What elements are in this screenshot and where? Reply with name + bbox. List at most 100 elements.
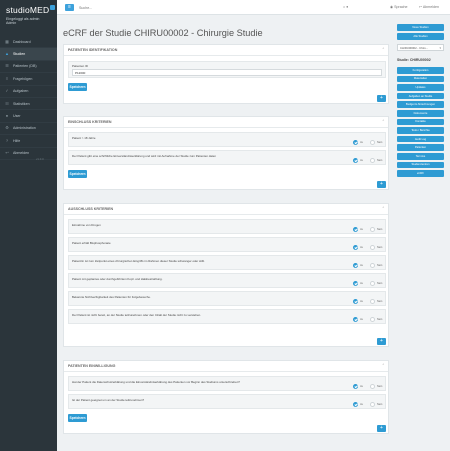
admin-icon: ⚙: [5, 125, 9, 131]
radio-no[interactable]: [370, 245, 375, 250]
language-menu[interactable]: ◉ Sprache: [390, 5, 408, 9]
sidebar-item-label: Fragebögen: [13, 76, 33, 81]
study-action-ecrf[interactable]: eCRF: [397, 170, 444, 177]
page-title: eCRF der Studie CHIRU00002 - Chirurgie S…: [63, 28, 263, 38]
question-text: Einnahme von Drogen: [72, 223, 101, 227]
sidebar-item-label: User: [13, 114, 21, 119]
sidebar-item-patienten-db[interactable]: ☰ Patienten (DB): [0, 61, 57, 74]
panel-header[interactable]: PATIENTEN IDENTIFIKATION ˆ: [64, 45, 388, 56]
sidebar-item-user[interactable]: ● User: [0, 110, 57, 123]
question-row: Hat der Patient die Datenschutzerklärung…: [68, 376, 386, 391]
login-role: Admin: [6, 21, 17, 26]
study-action-konfiguration[interactable]: Konfiguration: [397, 67, 444, 74]
add-button[interactable]: +: [377, 95, 386, 102]
question-text: Ist der Patient geeignet um an der Studi…: [72, 398, 145, 402]
sidebar-item-administration[interactable]: ⚙ Administration: [0, 123, 57, 136]
radio-no-label: Nein: [377, 264, 383, 267]
radio-no[interactable]: [370, 263, 375, 268]
study-action-kontakte[interactable]: Kontakte: [397, 118, 444, 126]
radio-yes[interactable]: [353, 384, 358, 389]
question-text: Der Patient gibt eine schriftliche Einve…: [72, 154, 216, 158]
add-button[interactable]: +: [377, 338, 386, 345]
radio-no-label: Nein: [377, 318, 383, 321]
sidebar-item-label: Studien: [13, 52, 26, 57]
study-action-studienzentren[interactable]: Studienzentren: [397, 161, 444, 169]
logout-link[interactable]: ↩ Abmelden: [419, 5, 439, 9]
sidebar-item-frageb-gen[interactable]: ≡ Fragebögen: [0, 73, 57, 86]
save-button[interactable]: Speichern: [68, 414, 87, 422]
radio-no[interactable]: [370, 299, 375, 304]
panel-header[interactable]: EINSCHLUSS KRITERIEN ˆ: [64, 117, 388, 128]
collapse-icon[interactable]: ˆ: [383, 363, 385, 368]
radio-no[interactable]: [370, 140, 375, 145]
study-action-dokumente[interactable]: Dokumente: [397, 110, 444, 117]
panel-title: EINSCHLUSS KRITERIEN: [68, 120, 112, 124]
study-action-termine[interactable]: Termine: [397, 153, 444, 160]
study-action-aufgaben-an-studie[interactable]: Aufgaben an Studie: [397, 92, 444, 100]
new-study-button[interactable]: Neue Studien: [397, 24, 444, 31]
sidebar-item-abmelden[interactable]: ↩ Abmelden: [0, 148, 57, 160]
radio-yes-label: Ja: [360, 246, 363, 249]
study-action-materialien[interactable]: Materialien: [397, 75, 444, 83]
study-action-patienten[interactable]: Patienten: [397, 144, 444, 151]
save-button[interactable]: Speichern: [68, 83, 87, 91]
question-row: Der Patient gibt eine schriftliche Einve…: [68, 150, 386, 165]
radio-no[interactable]: [370, 402, 375, 407]
user-icon[interactable]: ●: [346, 5, 348, 9]
topbar-icons[interactable]: ⌂ ●: [343, 5, 348, 9]
all-studies-button[interactable]: Alle Studien: [397, 33, 444, 40]
sidebar-item-label: Dashboard: [13, 39, 31, 44]
radio-no[interactable]: [370, 317, 375, 322]
study-action-budget-abrechnungen[interactable]: Budget & Abrechnungen: [397, 101, 444, 108]
collapse-icon[interactable]: ˆ: [383, 47, 385, 52]
radio-yes[interactable]: [353, 299, 358, 304]
sidebar-item-statistiken[interactable]: ☷ Statistiken: [0, 98, 57, 111]
radio-yes[interactable]: [353, 317, 358, 322]
sidebar-item-dashboard[interactable]: ▦ Dashboard: [0, 36, 57, 49]
radio-yes-label: Ja: [360, 300, 363, 303]
study-action-updates[interactable]: Updates: [397, 84, 444, 91]
search-input[interactable]: [79, 4, 189, 11]
sidebar-item-hilfe[interactable]: ? Hilfe: [0, 135, 57, 148]
radio-yes-label: Ja: [360, 159, 363, 162]
collapse-icon[interactable]: ˆ: [383, 119, 385, 124]
sidebar-nav: ▦ Dashboard ▲ Studien ☰ Patienten (DB) ≡ Frageb…: [0, 36, 57, 160]
add-button[interactable]: +: [377, 425, 386, 432]
patients-icon: ☰: [5, 63, 9, 69]
patient-id-input[interactable]: [72, 69, 382, 76]
question-text: Der Patient ist nicht bereit, an der Stu…: [72, 313, 202, 317]
radio-no[interactable]: [370, 158, 375, 163]
radio-yes[interactable]: [353, 281, 358, 286]
study-title: Studie: CHIRU00002: [397, 58, 431, 62]
panel-header[interactable]: AUSSCHLUSS KRITERIEN ˆ: [64, 204, 388, 215]
app-logo[interactable]: studioMED: [6, 5, 56, 15]
radio-yes[interactable]: [353, 263, 358, 268]
radio-yes[interactable]: [353, 140, 358, 145]
logo-badge-icon: [50, 5, 56, 10]
collapse-icon[interactable]: ˆ: [383, 206, 385, 211]
study-action-tools-berichte[interactable]: Tools / Berichte: [397, 127, 444, 134]
study-select[interactable]: CHIRU00002 - Chiru... ▾: [397, 44, 444, 51]
add-button[interactable]: +: [377, 181, 386, 188]
radio-yes-label: Ja: [360, 403, 363, 406]
radio-no[interactable]: [370, 281, 375, 286]
radio-yes[interactable]: [353, 158, 358, 163]
radio-yes-label: Ja: [360, 385, 363, 388]
question-text: Patient erhält Bisphosphonate: [72, 241, 111, 245]
study-action-audit-log[interactable]: Audit Log: [397, 135, 444, 143]
panel-title: AUSSCHLUSS KRITERIEN: [68, 207, 114, 211]
radio-yes[interactable]: [353, 245, 358, 250]
radio-yes[interactable]: [353, 402, 358, 407]
chevron-down-icon: ▾: [439, 46, 441, 50]
menu-toggle-button[interactable]: ≡: [65, 4, 74, 11]
home-icon[interactable]: ⌂: [343, 5, 345, 9]
sidebar-item-studien[interactable]: ▲ Studien: [0, 48, 57, 61]
radio-no[interactable]: [370, 227, 375, 232]
sidebar: studioMED Eingeloggt als admin Admin ▦ Da…: [0, 0, 57, 451]
panel-header[interactable]: PATIENTEN EINWILLIGUNG ˆ: [64, 361, 388, 372]
save-button[interactable]: Speichern: [68, 170, 87, 178]
sidebar-item-aufgaben[interactable]: ✓ Aufgaben: [0, 86, 57, 98]
question-row: Bekannte Nichtverfügbarkeit des Patiente…: [68, 291, 386, 306]
radio-yes[interactable]: [353, 227, 358, 232]
radio-no[interactable]: [370, 384, 375, 389]
